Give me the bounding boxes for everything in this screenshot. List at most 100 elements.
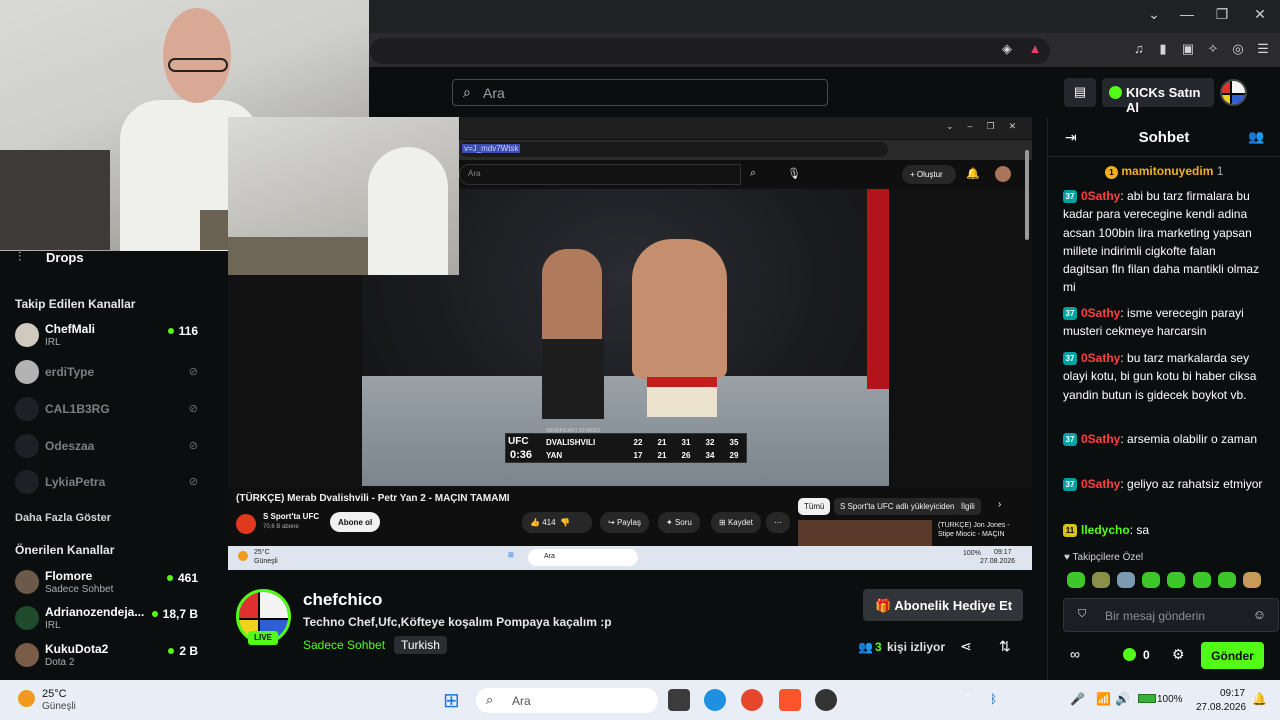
minimize-icon[interactable]: — [1175, 6, 1199, 22]
emote-icon[interactable] [1117, 572, 1135, 588]
task-view-icon[interactable] [668, 689, 690, 711]
taskbar-date[interactable]: 27.08.2026 [1196, 702, 1246, 713]
chat-username[interactable]: 0Sathy [1081, 432, 1120, 446]
microphone-icon: 🎙 [787, 168, 801, 180]
channel-name: KukuDota2 [45, 642, 109, 656]
send-button[interactable]: Gönder [1201, 642, 1264, 669]
chat-message: 11 lledycho: sa [1063, 521, 1263, 539]
infinity-icon[interactable]: ∞ [1070, 646, 1080, 662]
emoji-icon[interactable]: ☺ [1253, 607, 1266, 622]
chat-username[interactable]: 0Sathy [1081, 351, 1120, 365]
sub-badge: 11 [1063, 524, 1077, 537]
gold-badge: 1 [1105, 166, 1118, 179]
gift-subscription-button[interactable]: 🎁 Abonelik Hediye Et [863, 589, 1023, 621]
volume-icon[interactable]: 🔊 [1115, 692, 1130, 706]
emote-icon[interactable] [1167, 572, 1185, 588]
chat-username[interactable]: 0Sathy [1081, 306, 1120, 320]
weather-icon[interactable] [18, 690, 35, 707]
avatar [15, 397, 39, 421]
buy-kicks-button[interactable]: KICKs Satın Al [1102, 78, 1214, 115]
search-input[interactable]: ⌕ Ara [452, 79, 828, 106]
drops-icon: ⫶ [18, 249, 22, 264]
pinned-user: mamitonuyedim [1121, 164, 1214, 178]
emote-icon[interactable] [1067, 572, 1085, 588]
layout-toggle-button[interactable]: ▤ [1064, 78, 1096, 107]
menu-icon[interactable]: ☰ [1253, 41, 1273, 57]
followed-channel-lykiapetra[interactable]: LykiaPetra ⊘ [15, 467, 203, 497]
battery-icon[interactable] [1138, 694, 1156, 703]
viewers-icon: 👥 [858, 640, 873, 654]
recommended-channel-kukudota2[interactable]: KukuDota2 Dota 2 2 B [15, 640, 203, 670]
chat-text: arsemia olabilir o zaman [1127, 432, 1258, 446]
restore-icon[interactable]: ❐ [1210, 6, 1234, 23]
notification-icon[interactable]: 🔔 [1252, 692, 1267, 706]
followed-channel-erditype[interactable]: erdiType ⊘ [15, 357, 203, 387]
chat-message: 37 0Sathy: isme verecegin parayi musteri … [1063, 306, 1244, 339]
sub-badge: 37 [1063, 352, 1077, 365]
obs-icon[interactable] [815, 689, 837, 711]
brave-icon[interactable] [779, 689, 801, 711]
chat-username[interactable]: 0Sathy [1081, 477, 1120, 491]
recommended-channel-flomore[interactable]: Flomore Sadece Sohbet 461 [15, 567, 203, 597]
wallet-icon[interactable]: ▣ [1178, 41, 1198, 57]
sub-badge: 37 [1063, 307, 1077, 320]
followed-channel-chefmali[interactable]: ChefMali IRL 116 [15, 320, 203, 350]
compare-icon[interactable]: ⇅ [999, 638, 1011, 655]
sidebar-icon[interactable]: ▮ [1153, 41, 1173, 57]
windows-start-icon[interactable]: ⊞ [443, 688, 460, 713]
score-org: UFC [508, 436, 529, 447]
chat-message: 37 0Sathy: abi bu tarz firmalara bu kadar… [1063, 189, 1260, 295]
stream-category-link[interactable]: Sadece Sohbet [303, 638, 385, 652]
score-cell: 21 [657, 451, 667, 460]
stream-tag[interactable]: Turkish [394, 636, 447, 654]
user-avatar[interactable] [1220, 79, 1247, 106]
collapse-chat-icon[interactable]: ⇥ [1065, 129, 1077, 146]
sidebar-drops[interactable]: Drops [46, 250, 84, 265]
emote-icon[interactable] [1218, 572, 1236, 588]
emote-icon[interactable] [1092, 572, 1110, 588]
gear-icon[interactable]: ⚙ [1172, 646, 1185, 663]
chat-text: sa [1136, 523, 1150, 537]
music-icon[interactable]: ♫ [1129, 41, 1149, 56]
channel-name[interactable]: chefchico [303, 590, 382, 610]
channel-category: IRL [45, 620, 61, 631]
channel-name: Odeszaa [45, 439, 95, 453]
emote-icon[interactable] [1193, 572, 1211, 588]
taskbar-time[interactable]: 09:17 [1220, 688, 1245, 699]
avatar [15, 570, 39, 594]
share-icon[interactable]: ⋖ [960, 638, 972, 655]
address-bar[interactable] [370, 38, 1050, 64]
brave-shield-icon[interactable]: ◈ [997, 41, 1017, 57]
gift-icon: 🎁 [875, 598, 892, 613]
inner-address-bar: v=J_mdv7Wtsk [460, 142, 888, 157]
wifi-icon[interactable]: 📶 [1096, 692, 1111, 706]
chat-username[interactable]: lledycho [1081, 523, 1130, 537]
followed-channel-cal1b3rg[interactable]: CAL1B3RG ⊘ [15, 394, 203, 424]
close-icon[interactable]: ✕ [1248, 6, 1272, 23]
chat-message-input[interactable]: ⛉ Bir mesaj gönderin ☺ [1063, 598, 1279, 632]
show-more-link[interactable]: Daha Fazla Göster [15, 512, 111, 524]
recommended-channel-adrianozendeja[interactable]: Adrianozendeja... IRL 18,7 B [15, 603, 203, 633]
bluetooth-icon[interactable]: ᛒ [990, 692, 997, 706]
emote-icon[interactable] [1142, 572, 1160, 588]
taskbar-battery: 100% [1157, 694, 1183, 705]
youtube-like-button: 👍 414 👎 [522, 512, 592, 533]
emote-icon[interactable] [1243, 572, 1261, 588]
fighter-right-shorts [647, 377, 717, 417]
taskbar-search[interactable]: ⌕ Ara [476, 688, 658, 713]
leo-ai-icon[interactable]: ✧ [1203, 41, 1223, 57]
brave-rewards-icon[interactable]: ▲ [1025, 41, 1045, 56]
followed-channel-odeszaa[interactable]: Odeszaa ⊘ [15, 431, 203, 461]
youtube-ask-button: ✦ Soru [658, 512, 700, 533]
chevron-up-icon[interactable]: ⌃ [963, 692, 972, 705]
create-label: Oluştur [916, 170, 943, 179]
chevron-down-icon[interactable]: ⌄ [1142, 6, 1166, 23]
microphone-icon[interactable]: 🎤 [1070, 692, 1085, 706]
chrome-icon[interactable] [741, 689, 763, 711]
chat-users-icon[interactable]: 👥 [1248, 129, 1264, 145]
chat-username[interactable]: 0Sathy [1081, 189, 1120, 203]
edge-icon[interactable] [704, 689, 726, 711]
chat-text: abi bu tarz firmalara bu kadar para vere… [1063, 189, 1260, 295]
vpn-icon[interactable]: ◎ [1228, 41, 1248, 57]
taskbar-weather: Güneşli [42, 701, 76, 712]
